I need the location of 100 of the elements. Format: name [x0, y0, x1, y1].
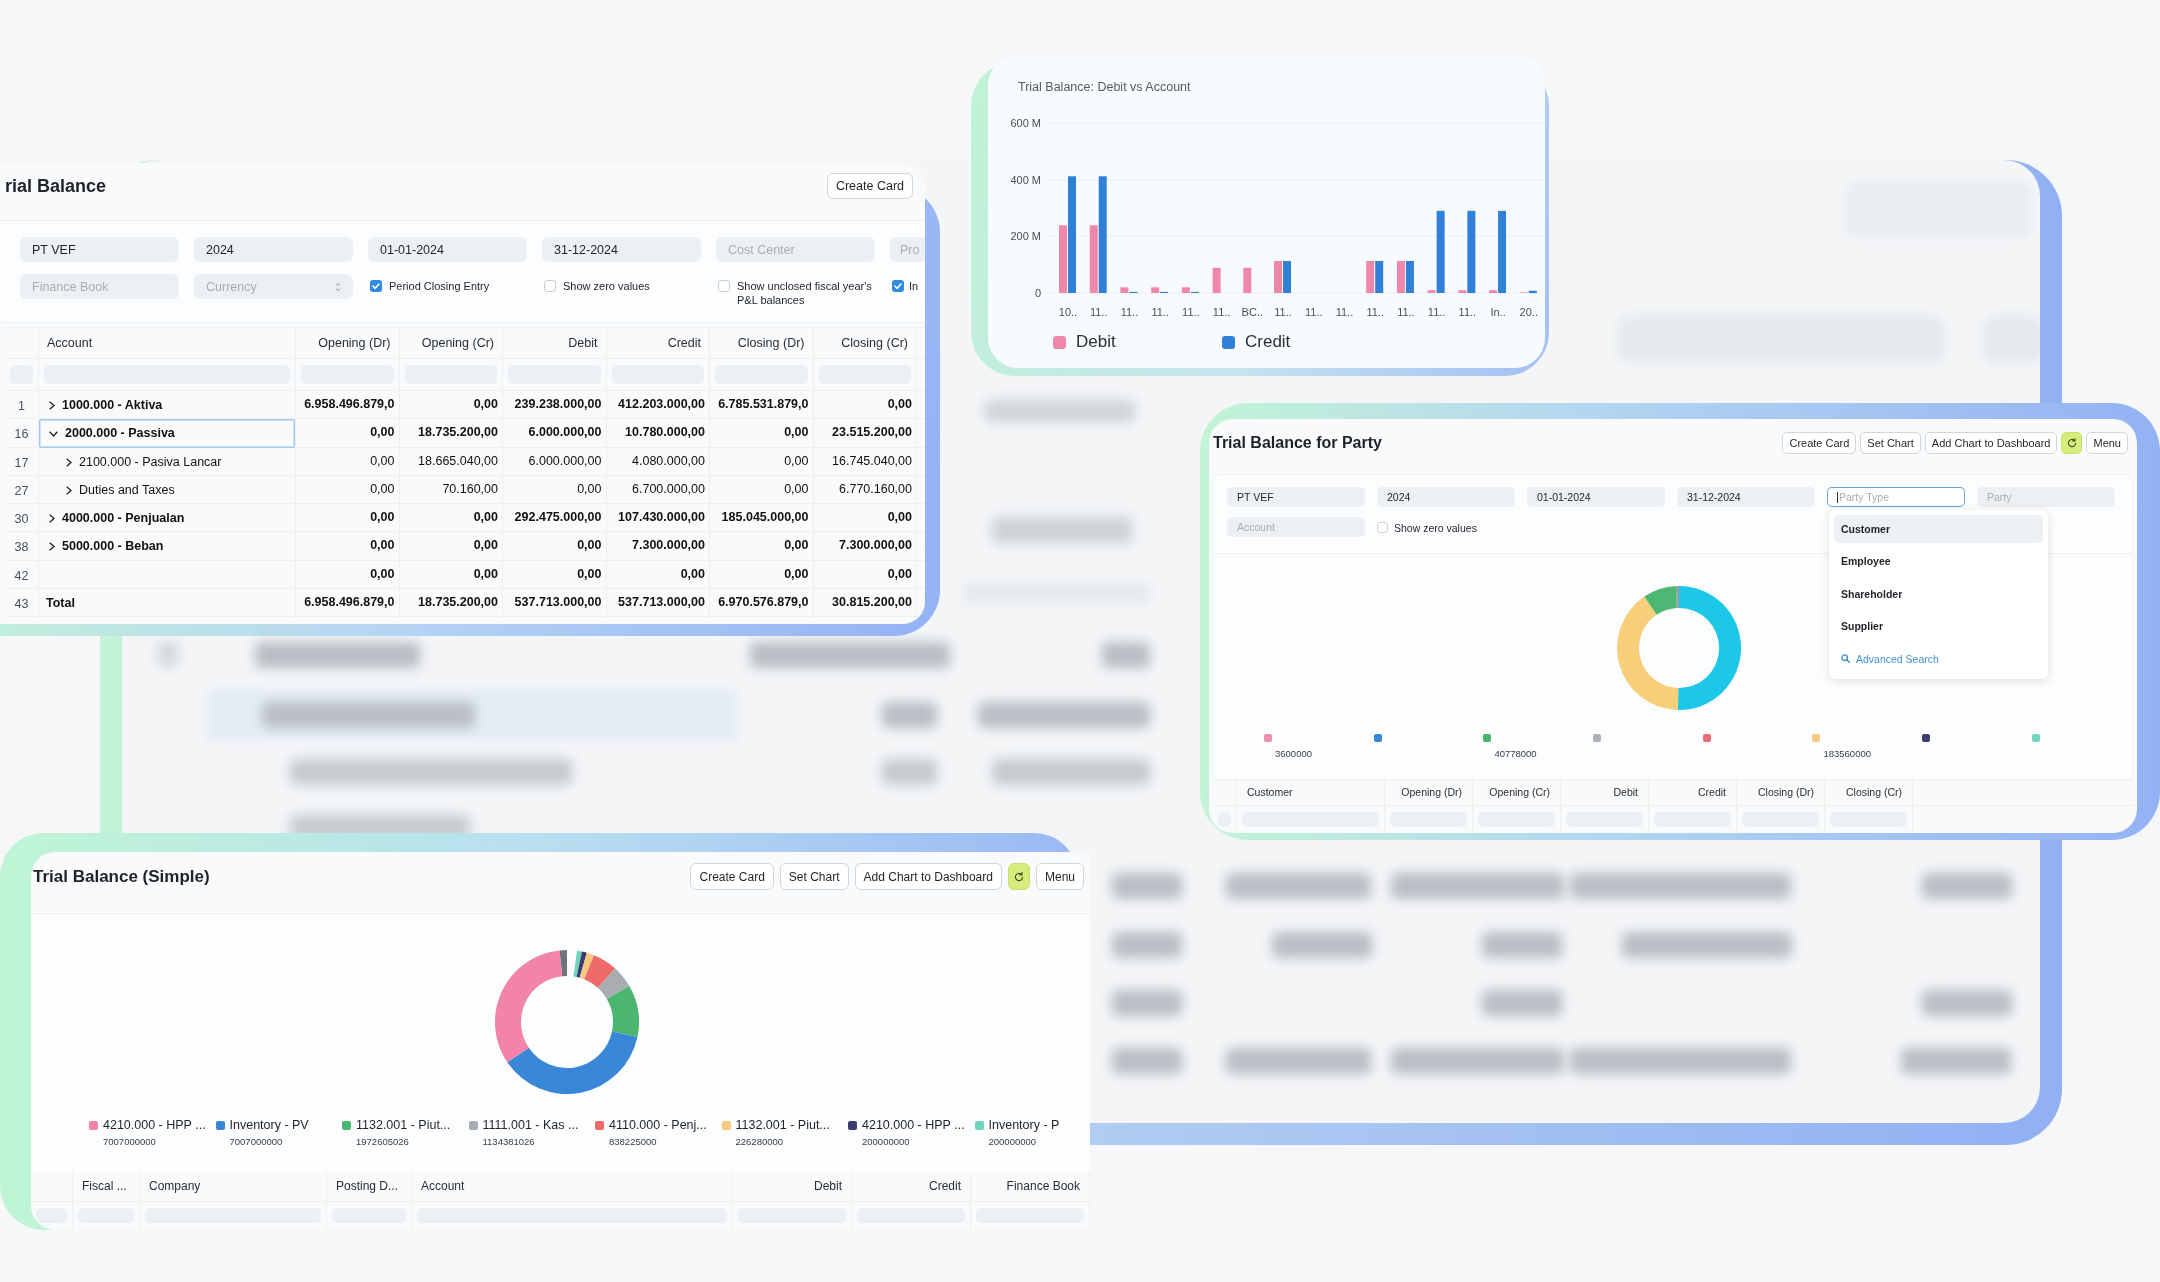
legend-value: 1972605026	[356, 1136, 410, 1147]
checkbox[interactable]	[544, 280, 556, 292]
text-field[interactable]: 31-12-2024	[542, 237, 701, 262]
table-cell: 6.000.000,00	[503, 419, 607, 449]
chevron-right-icon[interactable]	[66, 485, 72, 495]
table-cell: 0,00	[399, 504, 503, 534]
advanced-search-link[interactable]: Advanced Search	[1834, 644, 2043, 673]
column-header: Customer	[1237, 780, 1385, 805]
table-cell: 0,00	[606, 560, 710, 590]
account-cell[interactable]: 1000.000 - Aktiva	[39, 391, 296, 420]
text-field[interactable]: 01-01-2024	[368, 237, 527, 262]
account-cell[interactable]: Total	[39, 589, 296, 619]
toolbar-button[interactable]: Create Card	[690, 863, 774, 890]
checkbox-label: Show unclosed fiscal year's P&L balances	[737, 279, 873, 307]
table-cell: 0,00	[296, 560, 400, 590]
refresh-icon	[1013, 871, 1024, 882]
text-field[interactable]: PT VEF	[1227, 487, 1365, 507]
column-filter-field[interactable]	[36, 1208, 67, 1223]
table-cell: 537.713.000,00	[503, 589, 607, 619]
dropdown-option[interactable]: Shareholder	[1834, 579, 2043, 608]
legend-value: 7007000000	[103, 1136, 157, 1147]
account-name: 4000.000 - Penjualan	[62, 510, 185, 528]
dropdown-option[interactable]: Supplier	[1834, 612, 2043, 640]
toolbar-button[interactable]: Set Chart	[1860, 432, 1921, 454]
table-cell: 0,00	[503, 532, 607, 562]
toolbar-button[interactable]: Add Chart to Dashboard	[854, 863, 1002, 890]
axis-category-label: 11..	[1212, 306, 1231, 318]
legend-label: 4210.000 - HPP ...	[862, 1117, 965, 1133]
column-header: Debit	[733, 1172, 852, 1201]
axis-category-label: BC..	[1241, 306, 1263, 318]
table-cell: 0,00	[296, 419, 400, 449]
table-cell: 18.665.040,00	[399, 447, 503, 477]
table-cell: 292.475.000,00	[503, 504, 607, 534]
legend-value: 200000000	[988, 1136, 1038, 1147]
table-cell: 0,00	[813, 504, 917, 534]
toolbar-button[interactable]: Menu	[1035, 863, 1084, 890]
row-number: 43	[5, 589, 39, 619]
legend-label: Inventory - P	[988, 1117, 1060, 1133]
account-cell[interactable]: Duties and Taxes	[39, 475, 296, 505]
dropdown-option[interactable]: Customer	[1834, 514, 2043, 543]
legend-label: Credit	[1245, 332, 1291, 352]
chevron-right-icon[interactable]	[49, 542, 55, 552]
axis-tick-label: 400 M	[1010, 173, 1041, 186]
toolbar-button[interactable]: Menu	[2086, 432, 2128, 454]
search-icon	[1841, 654, 1850, 663]
refresh-button[interactable]	[1007, 863, 1030, 890]
chevron-down-icon[interactable]	[49, 430, 58, 437]
card-title: rial Balance	[5, 175, 107, 198]
column-header: Opening (Dr)	[296, 328, 400, 358]
table-cell: 0,00	[399, 391, 503, 420]
table-cell: 0,00	[813, 391, 917, 420]
text-field[interactable]: 31-12-2024	[1677, 487, 1815, 507]
table-cell: 18.735.200,00	[399, 419, 503, 449]
legend-value: 1134381026	[482, 1136, 536, 1147]
checkbox[interactable]	[1377, 522, 1388, 533]
column-header: Posting D...	[327, 1172, 412, 1201]
column-filter-field[interactable]	[1218, 812, 1231, 827]
legend-label: 1132.001 - Piut...	[735, 1117, 830, 1133]
column-header: Opening (Cr)	[399, 328, 503, 358]
text-field[interactable]: PT VEF	[20, 237, 179, 262]
checkbox[interactable]	[892, 280, 904, 292]
table-cell: 239.238.000,00	[503, 391, 607, 420]
legend-label: 1132.001 - Piut...	[356, 1117, 451, 1133]
chevron-right-icon[interactable]	[49, 401, 55, 410]
column-header: Closing (Dr)	[710, 328, 814, 358]
table-cell: 0,00	[296, 504, 400, 534]
table-cell: 6.958.496.879,0	[296, 391, 400, 420]
account-cell[interactable]: 4000.000 - Penjualan	[39, 504, 296, 534]
axis-tick-label: 0	[1034, 287, 1041, 299]
toolbar-button[interactable]: Create Card	[826, 173, 913, 199]
refresh-button[interactable]	[2061, 432, 2083, 454]
column-header: Closing (Cr)	[813, 328, 917, 358]
text-field[interactable]: 2024	[1377, 487, 1515, 507]
checkbox[interactable]	[370, 280, 382, 292]
text-field[interactable]: 2024	[194, 237, 353, 262]
account-cell[interactable]: 2100.000 - Pasiva Lancar	[39, 447, 296, 477]
card-title: Trial Balance for Party	[1213, 433, 1382, 453]
row-number: 42	[5, 560, 39, 590]
legend-label: Inventory - PV	[229, 1117, 309, 1133]
account-cell[interactable]: 2000.000 - Passiva	[39, 419, 296, 449]
toolbar-button[interactable]: Set Chart	[779, 863, 849, 890]
table-cell: 107.430.000,00	[606, 504, 710, 534]
chart-bar	[1396, 261, 1405, 293]
axis-category-label: 11..	[1274, 306, 1292, 318]
checkbox[interactable]	[718, 280, 730, 292]
text-field[interactable]: 01-01-2024	[1527, 487, 1665, 507]
dropdown-option[interactable]: Employee	[1834, 547, 2043, 575]
table-cell: 0,00	[399, 532, 503, 562]
legend-value: 7007000000	[229, 1136, 284, 1147]
legend-value: 226280000	[735, 1136, 785, 1147]
toolbar-button[interactable]: Create Card	[1782, 432, 1857, 454]
axis-category-label: 10..	[1058, 306, 1078, 318]
table-cell: 0,00	[296, 475, 400, 505]
account-cell[interactable]: 5000.000 - Beban	[39, 532, 296, 562]
axis-category-label: 11..	[1120, 306, 1139, 318]
axis-category-label: 11..	[1397, 306, 1415, 318]
chevron-right-icon[interactable]	[49, 514, 55, 524]
toolbar-button[interactable]: Add Chart to Dashboard	[1924, 432, 2058, 454]
column-header: Account	[412, 1172, 733, 1201]
chevron-right-icon[interactable]	[66, 457, 72, 467]
